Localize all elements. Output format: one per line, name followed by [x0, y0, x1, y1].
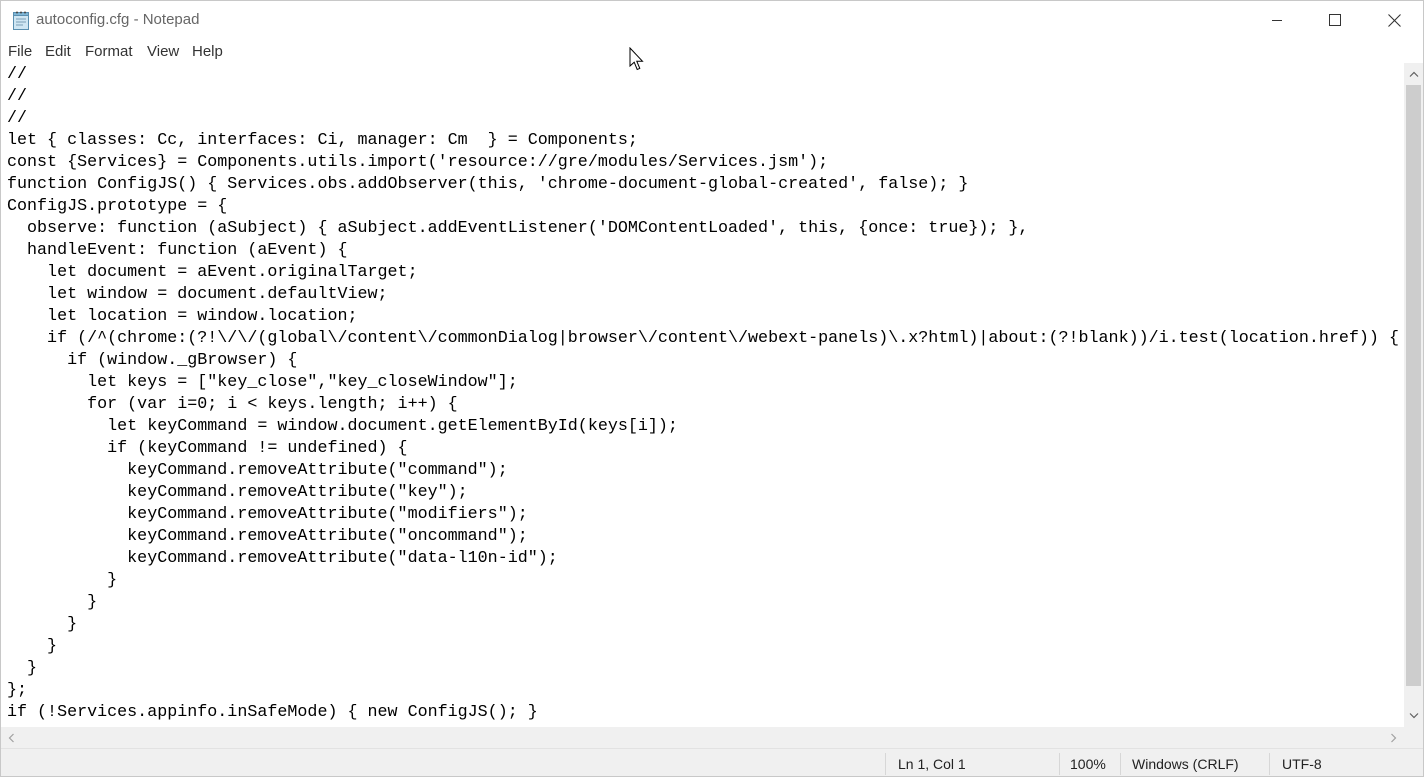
- scroll-left-icon[interactable]: [1, 727, 21, 748]
- code-line: let document = aEvent.originalTarget;: [7, 263, 418, 282]
- code-line: }: [7, 571, 118, 590]
- code-line: if (keyCommand != undefined) {: [7, 439, 408, 458]
- code-line: if (window._gBrowser) {: [7, 351, 298, 370]
- code-line: //: [7, 109, 28, 128]
- code-line: let keys = ["key_close","key_closeWindow…: [7, 373, 518, 392]
- maximize-button[interactable]: [1306, 1, 1364, 39]
- vertical-scrollbar[interactable]: [1404, 63, 1423, 727]
- menu-view[interactable]: View: [147, 43, 179, 60]
- notepad-icon: [12, 10, 30, 30]
- status-zoom: 100%: [1070, 756, 1106, 772]
- code-line: keyCommand.removeAttribute("modifiers");: [7, 505, 528, 524]
- window-title: autoconfig.cfg - Notepad: [36, 11, 200, 28]
- title-bar[interactable]: autoconfig.cfg - Notepad: [1, 1, 1423, 39]
- maximize-icon: [1329, 14, 1341, 26]
- code-line: if (!Services.appinfo.inSafeMode) { new …: [7, 703, 538, 722]
- scroll-down-icon[interactable]: [1404, 705, 1423, 727]
- code-line: function ConfigJS() { Services.obs.addOb…: [7, 175, 969, 194]
- code-line: observe: function (aSubject) { aSubject.…: [7, 219, 1029, 238]
- menu-file[interactable]: File: [8, 43, 32, 60]
- close-icon: [1387, 13, 1401, 27]
- status-divider: [1269, 753, 1270, 775]
- scrollbar-corner: [1404, 727, 1423, 748]
- menu-help[interactable]: Help: [192, 43, 223, 60]
- scroll-up-icon[interactable]: [1404, 63, 1423, 85]
- status-position: Ln 1, Col 1: [898, 756, 966, 772]
- status-encoding: UTF-8: [1282, 756, 1322, 772]
- code-line: }: [7, 659, 38, 678]
- status-divider: [1120, 753, 1121, 775]
- code-line: let keyCommand = window.document.getElem…: [7, 417, 678, 436]
- status-line-ending: Windows (CRLF): [1132, 756, 1239, 772]
- code-line: ConfigJS.prototype = {: [7, 197, 228, 216]
- minimize-icon: [1271, 14, 1283, 26]
- vertical-scroll-thumb[interactable]: [1406, 85, 1421, 686]
- code-line: //: [7, 65, 28, 84]
- code-line: keyCommand.removeAttribute("command");: [7, 461, 508, 480]
- code-line: //: [7, 87, 28, 106]
- mouse-pointer-icon: [629, 46, 645, 73]
- menu-edit[interactable]: Edit: [45, 43, 71, 60]
- status-divider: [1059, 753, 1060, 775]
- status-bar: Ln 1, Col 1 100% Windows (CRLF) UTF-8: [1, 748, 1423, 776]
- status-divider: [885, 753, 886, 775]
- code-line: let window = document.defaultView;: [7, 285, 388, 304]
- code-line: if (/^(chrome:(?!\/\/(global\/content\/c…: [7, 329, 1399, 348]
- code-line: for (var i=0; i < keys.length; i++) {: [7, 395, 458, 414]
- code-line: keyCommand.removeAttribute("key");: [7, 483, 468, 502]
- close-button[interactable]: [1365, 1, 1423, 39]
- code-line: keyCommand.removeAttribute("oncommand");: [7, 527, 528, 546]
- code-line: }: [7, 593, 98, 612]
- scroll-right-icon[interactable]: [1384, 727, 1404, 748]
- notepad-window: autoconfig.cfg - Notepad File Edit Forma…: [0, 0, 1424, 777]
- code-line: const {Services} = Components.utils.impo…: [7, 153, 829, 172]
- code-line: };: [7, 681, 28, 700]
- code-line: let location = window.location;: [7, 307, 358, 326]
- code-line: keyCommand.removeAttribute("data-l10n-id…: [7, 549, 558, 568]
- horizontal-scrollbar[interactable]: [1, 727, 1404, 748]
- menu-format[interactable]: Format: [85, 43, 133, 60]
- text-editor[interactable]: // // // let { classes: Cc, interfaces: Ci,…: [1, 63, 1404, 727]
- minimize-button[interactable]: [1248, 1, 1306, 39]
- menu-bar: File Edit Format View Help: [1, 39, 1423, 63]
- code-line: handleEvent: function (aEvent) {: [7, 241, 348, 260]
- code-line: }: [7, 637, 58, 656]
- code-line: let { classes: Cc, interfaces: Ci, manag…: [7, 131, 638, 150]
- code-line: }: [7, 615, 78, 634]
